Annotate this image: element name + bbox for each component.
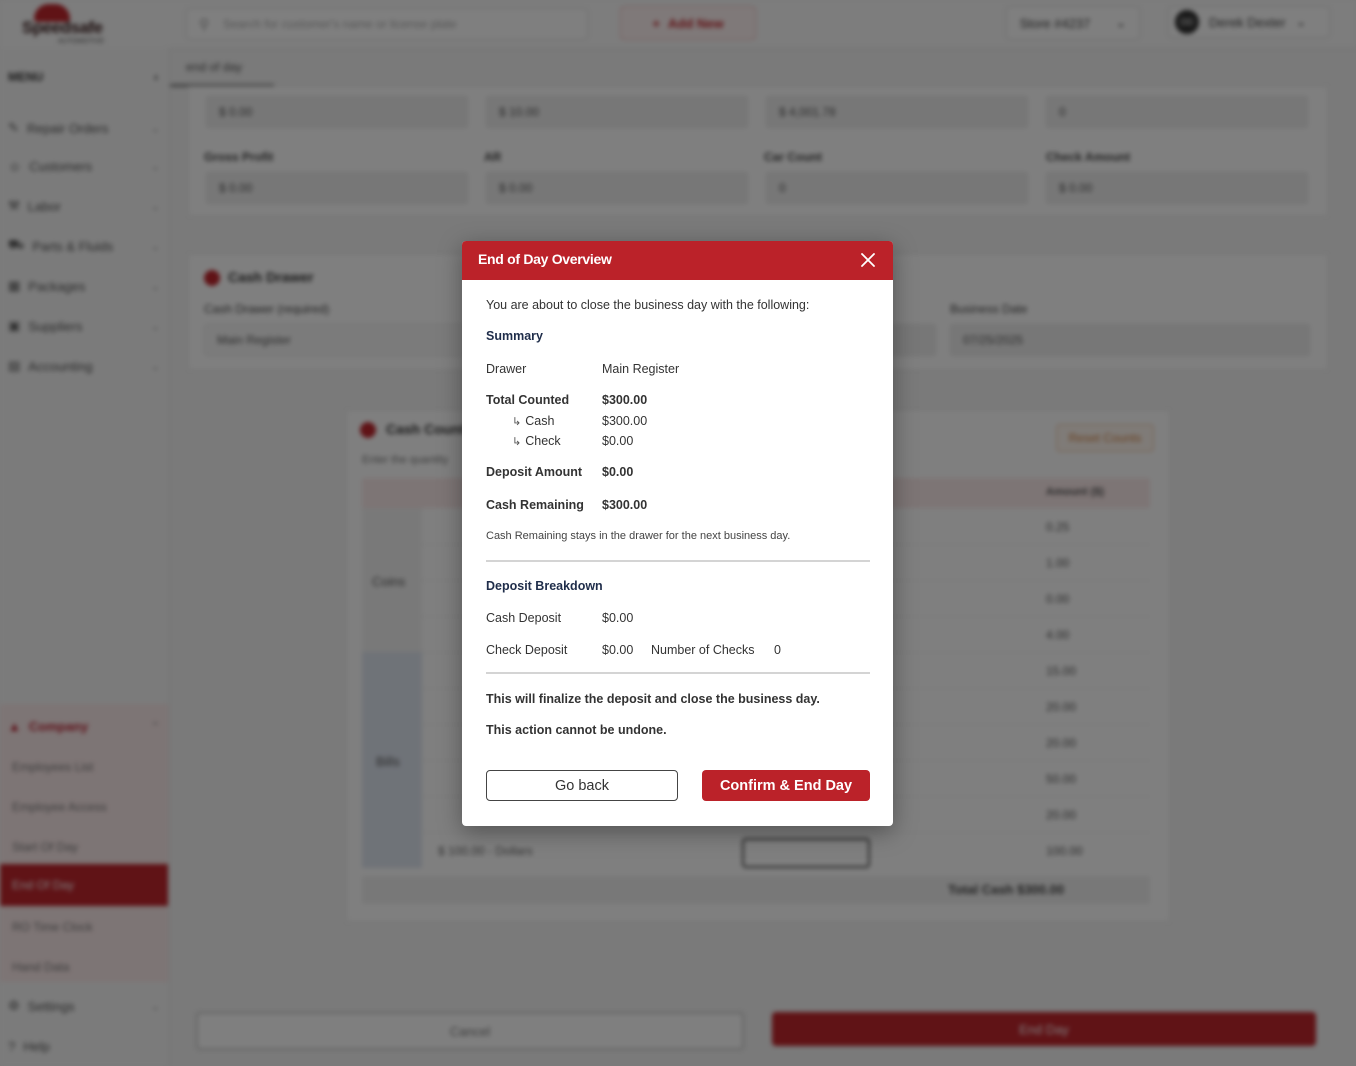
total-counted-value: $300.00 <box>602 393 648 407</box>
cash-sub-label: ↳ Cash <box>512 414 555 428</box>
divider <box>486 672 870 674</box>
cash-remaining-note: Cash Remaining stays in the drawer for t… <box>486 530 791 542</box>
undo-warning: This action cannot be undone. <box>486 723 667 737</box>
drawer-value: Main Register <box>602 362 680 376</box>
number-of-checks-value: 0 <box>774 643 781 657</box>
cash-remaining-label: Cash Remaining <box>486 498 584 512</box>
deposit-amount-value: $0.00 <box>602 465 634 479</box>
close-button[interactable] <box>855 247 881 273</box>
drawer-label: Drawer <box>486 362 527 376</box>
go-back-button[interactable]: Go back <box>486 770 678 801</box>
cash-remaining-value: $300.00 <box>602 498 648 512</box>
confirm-end-day-button[interactable]: Confirm & End Day <box>702 770 870 801</box>
divider <box>486 560 870 562</box>
check-deposit-label: Check Deposit <box>486 643 568 657</box>
total-counted-label: Total Counted <box>486 393 570 407</box>
close-icon <box>861 253 875 267</box>
modal-intro: You are about to close the business day … <box>486 298 810 312</box>
finalize-warning: This will finalize the deposit and close… <box>486 692 820 706</box>
cash-deposit-value: $0.00 <box>602 611 634 625</box>
check-deposit-value: $0.00 <box>602 643 634 657</box>
number-of-checks-label: Number of Checks <box>651 643 755 657</box>
deposit-breakdown-heading: Deposit Breakdown <box>486 579 603 593</box>
modal-header: End of Day Overview <box>462 241 893 280</box>
summary-heading: Summary <box>486 329 543 343</box>
cash-sub-value: $300.00 <box>602 414 648 428</box>
sub-arrow-icon: ↳ <box>512 416 522 428</box>
modal-title: End of Day Overview <box>478 251 612 267</box>
deposit-amount-label: Deposit Amount <box>486 465 583 479</box>
check-sub-label: ↳ Check <box>512 434 561 448</box>
sub-arrow-icon: ↳ <box>512 436 522 448</box>
end-of-day-modal: End of Day Overview You are about to clo… <box>462 241 893 826</box>
check-sub-value: $0.00 <box>602 434 634 448</box>
cash-deposit-label: Cash Deposit <box>486 611 562 625</box>
